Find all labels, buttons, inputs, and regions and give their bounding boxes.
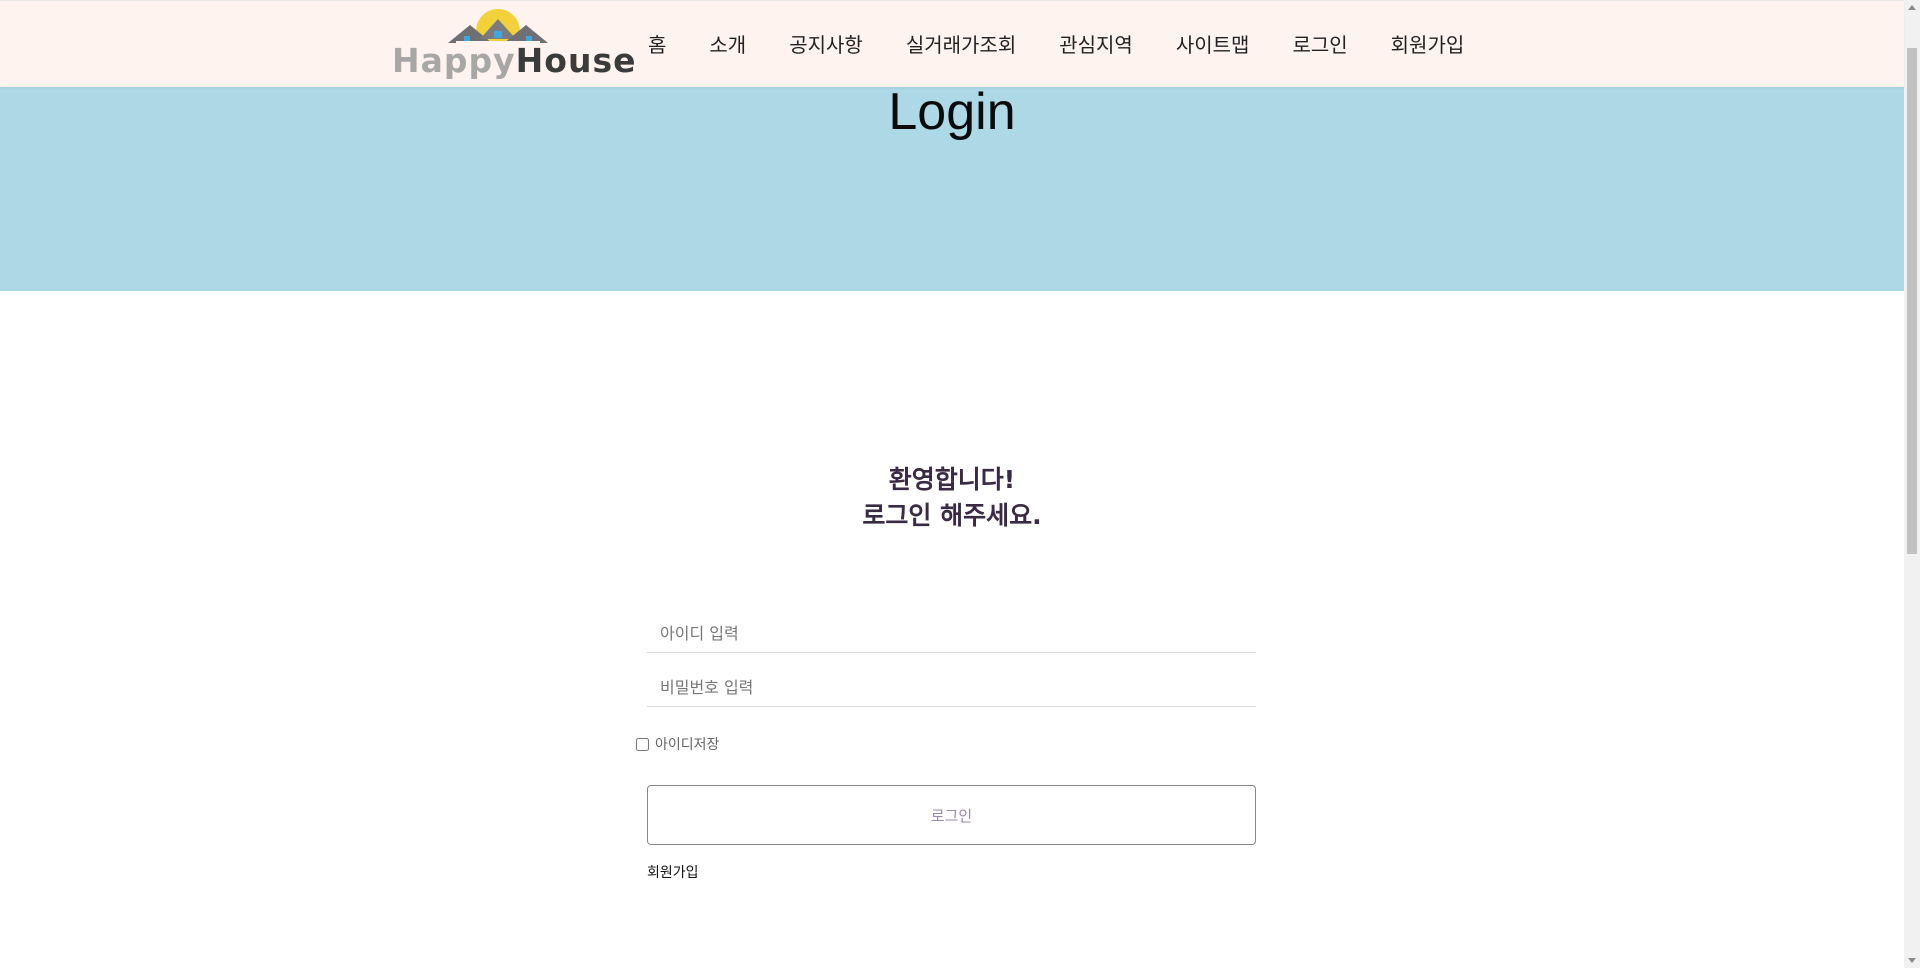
remember-id-checkbox[interactable] — [636, 737, 649, 751]
scroll-thumb[interactable] — [1907, 48, 1917, 554]
logo[interactable]: HappyHouse — [392, 9, 635, 80]
logo-word-happy: Happy — [392, 41, 516, 80]
nav-home[interactable]: 홈 — [648, 29, 666, 58]
nav-notice[interactable]: 공지사항 — [789, 29, 863, 58]
logo-word-house: House — [515, 41, 637, 80]
welcome-line-1: 환영합니다! — [888, 465, 1016, 494]
logo-text: HappyHouse — [392, 41, 636, 81]
nav-interest-area[interactable]: 관심지역 — [1059, 29, 1133, 58]
welcome-message: 환영합니다! 로그인 해주세요. — [0, 462, 1904, 534]
nav-login[interactable]: 로그인 — [1292, 29, 1347, 58]
nav-signup[interactable]: 회원가입 — [1391, 29, 1465, 58]
user-id-input[interactable] — [647, 615, 1256, 653]
password-input[interactable] — [647, 669, 1256, 707]
main-nav: 홈 소개 공지사항 실거래가조회 관심지역 사이트맵 로그인 회원가입 — [648, 25, 1507, 61]
site-header: HappyHouse 홈 소개 공지사항 실거래가조회 관심지역 사이트맵 로그… — [0, 0, 1904, 87]
welcome-line-2: 로그인 해주세요. — [862, 501, 1042, 530]
nav-price-search[interactable]: 실거래가조회 — [906, 29, 1016, 58]
login-button[interactable]: 로그인 — [647, 785, 1256, 845]
nav-about[interactable]: 소개 — [709, 29, 746, 58]
scroll-down-arrow-icon[interactable] — [1908, 958, 1916, 963]
remember-id[interactable]: 아이디저장 — [636, 734, 719, 754]
hero-banner: Login — [0, 86, 1904, 291]
remember-id-label: 아이디저장 — [655, 737, 720, 753]
nav-sitemap[interactable]: 사이트맵 — [1176, 29, 1250, 58]
scroll-up-arrow-icon[interactable] — [1908, 5, 1916, 10]
signup-link[interactable]: 회원가입 — [647, 862, 699, 882]
page-title: Login — [888, 83, 1016, 141]
page-scrollbar[interactable] — [1904, 0, 1920, 968]
